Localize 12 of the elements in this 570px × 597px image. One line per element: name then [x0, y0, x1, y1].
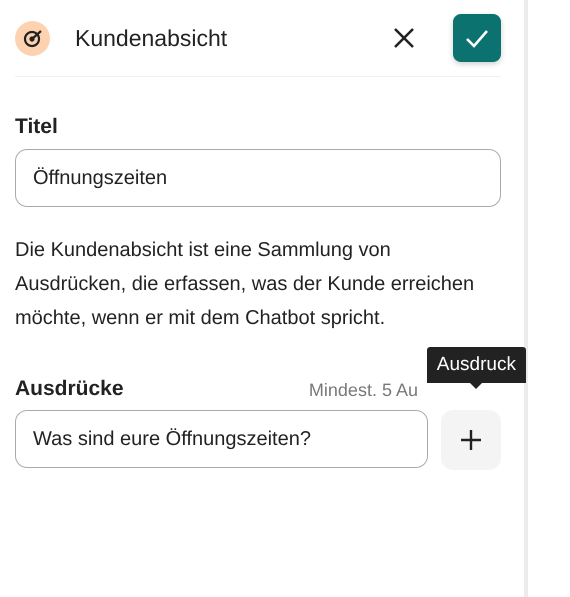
panel-title: Kundenabsicht: [75, 24, 228, 52]
tooltip: Ausdruck: [426, 347, 526, 389]
target-icon: [22, 28, 42, 48]
description-text: Die Kundenabsicht ist eine Sammlung von Ausdrücken, die erfassen, was der Kunde erreichen möchte, wenn er mit dem Chatbot spricht.: [15, 238, 476, 331]
title-field[interactable]: Öffnungszeiten: [15, 149, 501, 207]
confirm-button[interactable]: [453, 14, 501, 62]
add-button[interactable]: [441, 410, 501, 470]
section-label: Ausdrücke: [15, 377, 125, 401]
plus-icon: [460, 429, 482, 451]
expression-field[interactable]: Was sind eure Öffnungszeiten?: [15, 410, 428, 468]
hint-text: Mindest. 5 Au: [308, 380, 418, 401]
field-label: Titel: [15, 115, 59, 139]
